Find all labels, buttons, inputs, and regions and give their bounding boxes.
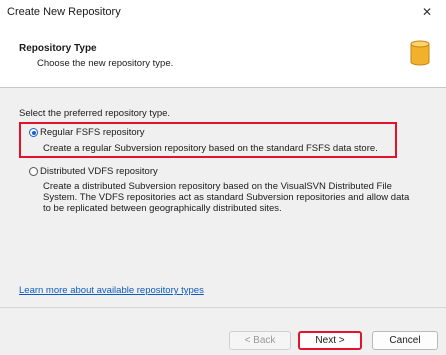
vdfs-description-line: Create a distributed Subversion reposito… xyxy=(43,181,392,192)
wizard-footer: < Back Next > Cancel xyxy=(0,307,446,355)
vdfs-label[interactable]: Distributed VDFS repository xyxy=(40,166,158,177)
fsfs-radio[interactable] xyxy=(29,128,38,137)
close-button[interactable]: ✕ xyxy=(408,0,446,24)
fsfs-label[interactable]: Regular FSFS repository xyxy=(40,127,145,138)
title-bar: Create New Repository ✕ xyxy=(0,0,446,24)
page-subtitle: Choose the new repository type. xyxy=(37,58,174,69)
learn-more-link[interactable]: Learn more about available repository ty… xyxy=(19,285,204,296)
vdfs-description-line: to be replicated between geographically … xyxy=(43,203,282,214)
page-title: Repository Type xyxy=(19,43,97,54)
vdfs-description: Create a distributed Subversion reposito… xyxy=(43,181,428,214)
close-icon: ✕ xyxy=(421,5,433,19)
database-icon xyxy=(410,40,430,66)
fsfs-description: Create a regular Subversion repository b… xyxy=(43,143,378,154)
vdfs-description-line: System. The VDFS repositories act as sta… xyxy=(43,192,410,203)
wizard-header: Repository Type Choose the new repositor… xyxy=(0,24,446,88)
window-title: Create New Repository xyxy=(7,6,121,18)
next-button[interactable]: Next > xyxy=(298,331,362,350)
cancel-button[interactable]: Cancel xyxy=(372,331,438,350)
vdfs-radio[interactable] xyxy=(29,167,38,176)
back-button[interactable]: < Back xyxy=(229,331,291,350)
prompt-text: Select the preferred repository type. xyxy=(19,108,171,119)
wizard-body: Select the preferred repository type. Re… xyxy=(0,88,446,307)
